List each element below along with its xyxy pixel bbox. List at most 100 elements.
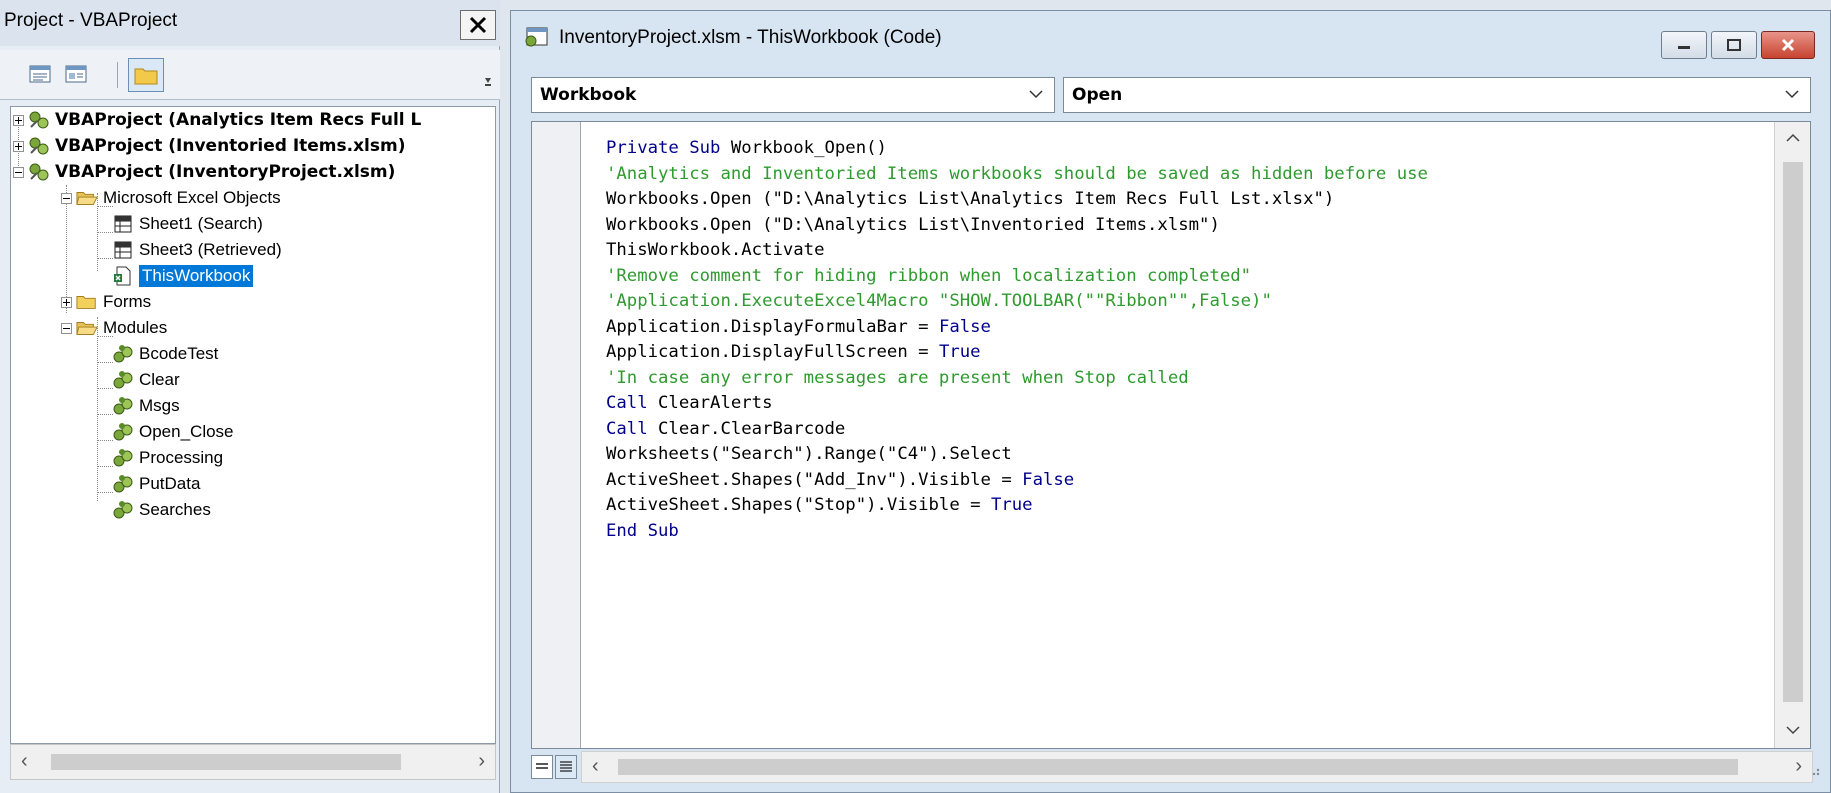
tree-item-label: Open_Close [139, 422, 234, 441]
code-window-footer: ‹ › [531, 749, 1821, 785]
tree-item-label: PutData [139, 474, 201, 493]
scrollbar-thumb[interactable] [1783, 162, 1803, 702]
code-line: Call Clear.ClearBarcode [606, 418, 846, 439]
scroll-right-icon[interactable]: › [478, 751, 485, 771]
view-mode-buttons [531, 755, 579, 781]
tree-connector [97, 317, 98, 501]
code-line: End Sub [606, 520, 679, 541]
code-keyword: Private Sub [606, 138, 721, 158]
code-line: Application.DisplayFormulaBar = False [606, 316, 991, 337]
toggle-folders-button[interactable] [128, 58, 164, 92]
toolbar-grip-icon[interactable] [484, 64, 492, 88]
procedure-dropdown[interactable]: Open [1063, 77, 1811, 113]
procedure-dropdown-value: Open [1072, 85, 1123, 105]
code-editor[interactable]: Private Sub Workbook_Open() 'Analytics an… [531, 121, 1811, 749]
code-line: ActiveSheet.Shapes("Add_Inv").Visible = … [606, 469, 1075, 490]
tree-item-label: ThisWorkbook [139, 265, 254, 287]
open-folder-icon [76, 318, 98, 338]
tree-item-sheet[interactable]: Sheet1 (Search) [112, 211, 263, 237]
maximize-button[interactable] [1711, 31, 1757, 59]
tree-item-project[interactable]: VBAProject (Analytics Item Recs Full L [13, 107, 421, 133]
vba-project-icon [28, 162, 50, 182]
folder-icon [76, 292, 98, 312]
scroll-left-icon[interactable]: ‹ [592, 756, 599, 776]
tree-item-thisworkbook[interactable]: ThisWorkbook [112, 263, 254, 289]
code-text[interactable]: Private Sub Workbook_Open() 'Analytics an… [606, 136, 1428, 544]
view-code-icon [29, 65, 51, 83]
code-vertical-scrollbar[interactable] [1774, 122, 1810, 748]
scrollbar-thumb[interactable] [618, 759, 1738, 775]
tree-connector [97, 440, 113, 441]
procedure-view-button[interactable] [531, 755, 553, 779]
view-code-button[interactable] [26, 60, 54, 88]
toolbar-separator [117, 62, 118, 88]
project-toolbar [0, 50, 500, 100]
tree-item-folder-forms[interactable]: Forms [61, 289, 151, 315]
code-keyword: True [938, 342, 981, 362]
code-line: Private Sub Workbook_Open() [606, 138, 887, 158]
tree-item-label: Modules [103, 318, 168, 337]
tree-item-project[interactable]: VBAProject (Inventoried Items.xlsm) [13, 133, 405, 159]
folder-icon [134, 68, 158, 85]
scroll-down-icon[interactable] [1785, 724, 1801, 736]
tree-item-label: Processing [139, 448, 224, 467]
scroll-right-icon[interactable]: › [1795, 756, 1802, 776]
collapse-icon[interactable] [61, 192, 72, 204]
code-line: Workbooks.Open ("D:\Analytics List\Inven… [606, 214, 1220, 235]
expand-icon[interactable] [13, 140, 24, 152]
workbook-icon [112, 266, 134, 286]
tree-item-module[interactable]: Clear [112, 367, 180, 393]
minimize-button[interactable] [1661, 31, 1707, 59]
code-line: 'Analytics and Inventoried Items workboo… [606, 163, 1428, 184]
tree-item-sheet[interactable]: Sheet3 (Retrieved) [112, 237, 282, 263]
code-line: ThisWorkbook.Activate [606, 240, 825, 260]
scrollbar-thumb[interactable] [51, 754, 401, 770]
tree-item-module[interactable]: Processing [112, 445, 223, 471]
code-line: 'In case any error messages are present … [606, 367, 1189, 388]
tree-horizontal-scrollbar[interactable]: ‹ › [10, 744, 496, 780]
code-line: Application.DisplayFullScreen = True [606, 342, 981, 362]
minimize-icon [1678, 46, 1690, 49]
tree-item-module[interactable]: PutData [112, 471, 200, 497]
object-dropdown-value: Workbook [540, 85, 637, 105]
tree-connector [97, 232, 113, 233]
tree-item-project[interactable]: VBAProject (InventoryProject.xlsm) [13, 159, 395, 185]
tree-item-label: Sheet1 (Search) [139, 214, 263, 233]
tree-item-label: Microsoft Excel Objects [103, 188, 281, 207]
tree-item-module[interactable]: Msgs [112, 393, 180, 419]
maximize-icon [1727, 39, 1741, 51]
collapse-icon[interactable] [13, 166, 24, 178]
worksheet-icon [112, 240, 134, 260]
scroll-up-icon[interactable] [1785, 132, 1801, 144]
view-object-button[interactable] [62, 60, 90, 88]
tree-item-module[interactable]: Open_Close [112, 419, 234, 445]
code-horizontal-scrollbar[interactable]: ‹ › [581, 751, 1813, 783]
code-keyword: True [990, 495, 1033, 515]
object-dropdown[interactable]: Workbook [531, 77, 1055, 113]
project-close-button[interactable] [460, 10, 496, 40]
margin-indicator-bar[interactable] [532, 122, 581, 748]
close-button[interactable] [1761, 31, 1815, 59]
expand-icon[interactable] [61, 296, 72, 308]
tree-item-module[interactable]: Searches [112, 497, 211, 523]
expand-icon[interactable] [13, 114, 24, 126]
procedure-view-icon [536, 763, 548, 769]
chevron-down-icon [1785, 90, 1799, 99]
tree-item-label: Forms [103, 292, 152, 311]
full-module-view-icon [560, 761, 572, 772]
tree-item-label: BcodeTest [139, 344, 219, 363]
collapse-icon[interactable] [61, 322, 72, 334]
tree-item-label: Sheet3 (Retrieved) [139, 240, 282, 259]
tree-item-folder-excel-objects[interactable]: Microsoft Excel Objects [61, 185, 281, 211]
worksheet-icon [112, 214, 134, 234]
project-tree[interactable]: VBAProject (Analytics Item Recs Full L V… [10, 106, 496, 744]
view-object-icon [65, 65, 87, 83]
code-line: Worksheets("Search").Range("C4").Select [606, 444, 1012, 464]
tree-item-folder-modules[interactable]: Modules [61, 315, 167, 341]
vba-project-icon [28, 136, 50, 156]
tree-item-module[interactable]: BcodeTest [112, 341, 218, 367]
scroll-left-icon[interactable]: ‹ [21, 751, 28, 771]
resize-grip-icon[interactable] [1807, 763, 1821, 777]
code-window-titlebar: InventoryProject.xlsm - ThisWorkbook (Co… [511, 11, 1830, 63]
full-module-view-button[interactable] [555, 755, 577, 779]
